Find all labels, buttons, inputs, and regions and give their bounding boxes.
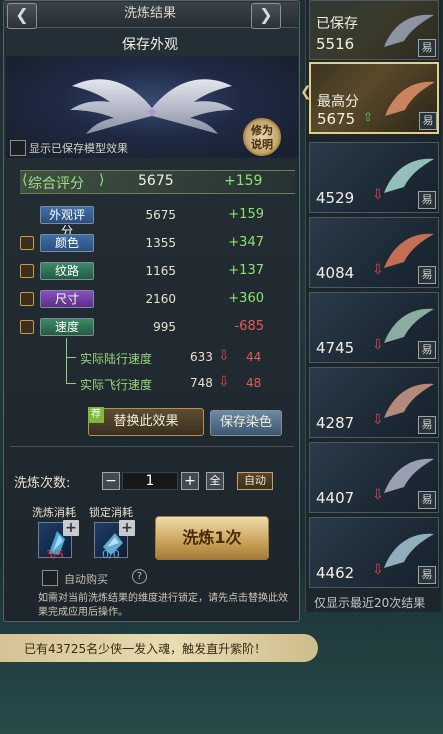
land-speed-value: 633 [190, 350, 213, 364]
tree-connector [66, 356, 76, 384]
auto-button[interactable]: 自动 [237, 472, 273, 490]
stat-value-color: 1355 [145, 236, 176, 250]
easy-badge: 易 [418, 566, 436, 584]
cultivation-help-button[interactable]: 修为 说明 [243, 118, 281, 156]
easy-badge: 易 [418, 341, 436, 359]
stat-value-pattern: 1165 [145, 264, 176, 278]
tree-connector [66, 338, 76, 358]
fly-speed-delta: 48 [246, 376, 262, 390]
add-wash-material-button[interactable]: + [63, 520, 79, 536]
overall-score-delta: +159 [224, 173, 263, 189]
bracket-left-icon: ⟨ [22, 172, 28, 188]
add-lock-material-button[interactable]: + [119, 520, 135, 536]
result-score: 4529 [316, 189, 355, 207]
stat-delta-pattern: +137 [228, 263, 264, 278]
result-score: 4084 [316, 264, 355, 282]
recent-results-note: 仅显示最近20次结果 [314, 596, 426, 610]
next-button[interactable]: ❯ [251, 3, 281, 29]
stat-tag-size: 尺寸 [40, 290, 94, 308]
plus-icon: + [184, 473, 196, 489]
max-count-button[interactable]: 全 [206, 472, 224, 490]
result-score: 4287 [316, 414, 355, 432]
result-card[interactable]: 4287 ⇩ 易 [309, 367, 439, 438]
easy-badge: 易 [418, 266, 436, 284]
easy-badge: 易 [418, 416, 436, 434]
saved-result-card[interactable]: 已保存 5516 易 [309, 0, 439, 60]
stat-value-speed: 995 [153, 320, 176, 334]
minus-icon: − [105, 473, 117, 489]
fly-speed-value: 748 [190, 376, 213, 390]
stat-value-appearance: 5675 [145, 208, 176, 222]
result-card[interactable]: 4745 ⇩ 易 [309, 292, 439, 363]
show-saved-label: 显示已保存模型效果 [29, 142, 128, 155]
best-result-card[interactable]: 最高分 5675 ⇧ 易 [309, 62, 439, 134]
lock-cost-label: 锁定消耗 [89, 506, 133, 519]
wash-count-label: 洗炼次数: [14, 476, 71, 491]
arrow-down-icon: ⇩ [218, 374, 230, 390]
best-label: 最高分 [317, 94, 359, 110]
recommend-badge: 荐 [88, 407, 104, 423]
result-score: 4407 [316, 489, 355, 507]
increase-count-button[interactable]: + [181, 472, 199, 490]
decrease-count-button[interactable]: − [102, 472, 120, 490]
wash-count-input[interactable]: 1 [122, 472, 178, 490]
auto-buy-checkbox[interactable] [42, 570, 58, 586]
easy-badge: 易 [418, 191, 436, 209]
wash-once-button[interactable]: 洗炼1次 [155, 516, 269, 560]
result-score: 4462 [316, 564, 355, 582]
divider [10, 446, 294, 447]
easy-badge: 易 [419, 112, 437, 130]
auto-buy-label: 自动购买 [64, 573, 108, 586]
help-icon[interactable]: ? [132, 569, 147, 584]
bracket-right-icon: ⟩ [99, 172, 105, 188]
broadcast-text: 已有43725名少侠一发入魂，触发直升紫阶！ [24, 642, 267, 656]
lock-icon[interactable] [20, 264, 34, 278]
lock-icon[interactable] [20, 292, 34, 306]
stat-tag-speed: 速度 [40, 318, 94, 336]
stat-tag-pattern: 纹路 [40, 262, 94, 280]
chevron-right-icon: ❯ [259, 5, 273, 24]
saved-label: 已保存 [316, 16, 358, 32]
lock-icon[interactable] [20, 236, 34, 250]
show-saved-model-toggle[interactable]: 显示已保存模型效果 [10, 140, 128, 156]
lock-cost-count: 0/0 [102, 548, 120, 561]
fly-speed-label: 实际飞行速度 [80, 378, 153, 392]
chevron-left-icon: ❮ [15, 5, 29, 24]
land-speed-label: 实际陆行速度 [80, 352, 153, 366]
arrow-down-icon: ⇩ [218, 348, 230, 364]
stat-delta-speed: -685 [234, 319, 264, 334]
stat-value-size: 2160 [145, 292, 176, 306]
save-dye-button[interactable]: 保存染色 [210, 410, 282, 436]
best-score: 5675 [317, 110, 356, 128]
result-card[interactable]: 4407 ⇩ 易 [309, 442, 439, 513]
show-saved-checkbox[interactable] [10, 140, 26, 156]
easy-badge: 易 [418, 39, 436, 57]
overall-score-value: 5675 [138, 173, 174, 189]
result-card[interactable]: 4462 ⇩ 易 [309, 517, 439, 588]
result-card[interactable]: 4084 ⇩ 易 [309, 217, 439, 288]
panel-title: 洗炼结果 [123, 6, 176, 21]
land-speed-delta: 44 [246, 350, 262, 364]
stat-delta-appearance: +159 [228, 207, 264, 222]
arrow-up-icon: ⇧ [363, 110, 374, 124]
lock-icon[interactable] [20, 320, 34, 334]
prev-button[interactable]: ❮ [7, 3, 37, 29]
easy-badge: 易 [418, 491, 436, 509]
wash-cost-label: 洗炼消耗 [32, 506, 76, 519]
wash-cost-count: 3/5 [46, 548, 64, 561]
save-appearance-title: 保存外观 [122, 37, 178, 53]
result-score: 4745 [316, 339, 355, 357]
lock-hint-text: 如需对当前洗炼结果的维度进行锁定，请先点击替换此效果完成应用后操作。 [38, 593, 288, 618]
stat-tag-appearance: 外观评分 [40, 206, 94, 238]
replace-effect-button[interactable]: 替换此效果 [88, 408, 204, 436]
stat-tag-color: 颜色 [40, 234, 94, 252]
overall-score-label: 综合评分 [28, 176, 84, 192]
stat-delta-size: +360 [228, 291, 264, 306]
saved-score: 5516 [316, 35, 355, 53]
result-card[interactable]: 4529 ⇩ 易 [309, 142, 439, 213]
stat-delta-color: +347 [228, 235, 264, 250]
